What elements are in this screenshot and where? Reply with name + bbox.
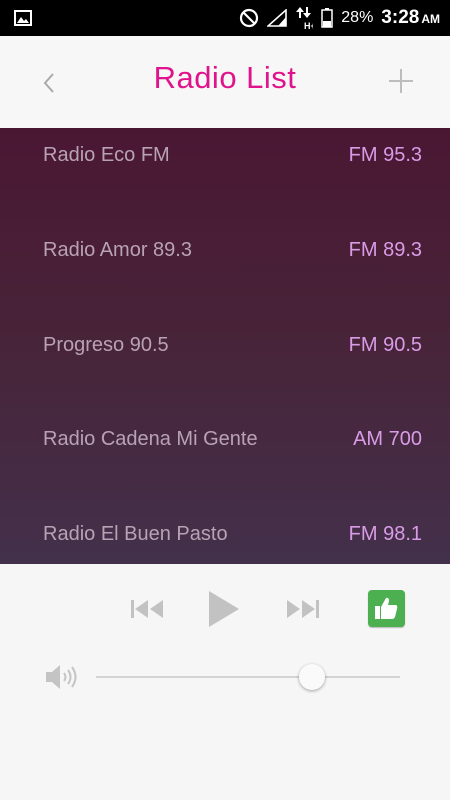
image-icon (14, 10, 32, 26)
station-frequency: AM 700 (353, 428, 422, 450)
previous-icon[interactable] (130, 598, 166, 620)
do-not-disturb-icon (240, 8, 259, 28)
station-frequency: FM 89.3 (348, 239, 422, 261)
app-header: Radio List (0, 36, 450, 128)
status-bar: H+ 28% 3:28AM (0, 0, 450, 36)
station-row[interactable]: Radio Cadena Mi Gente AM 700 (0, 412, 450, 472)
svg-text:H+: H+ (304, 21, 313, 30)
station-name: Radio Amor 89.3 (43, 239, 192, 261)
station-list: Radio Eco FM FM 95.3 Radio Amor 89.3 FM … (0, 128, 450, 564)
data-arrows-icon: H+ (296, 7, 313, 30)
battery-percent: 28% (341, 9, 374, 26)
station-name: Radio Eco FM (43, 144, 170, 166)
station-frequency: FM 95.3 (348, 144, 422, 166)
station-name: Radio Cadena Mi Gente (43, 428, 258, 450)
like-button[interactable] (368, 590, 405, 627)
station-frequency: FM 90.5 (348, 334, 422, 356)
battery-icon (321, 8, 334, 28)
thumbs-up-icon (375, 597, 398, 619)
player-controls (0, 564, 450, 800)
plus-icon[interactable] (386, 66, 416, 96)
clock-time: 3:28 (381, 7, 420, 28)
station-row[interactable]: Radio El Buen Pasto FM 98.1 (0, 507, 450, 564)
station-frequency: FM 98.1 (348, 523, 422, 545)
station-row[interactable]: Progreso 90.5 FM 90.5 (0, 318, 450, 378)
volume-slider-track[interactable] (96, 676, 400, 678)
clock-ampm: AM (421, 12, 440, 26)
station-name: Progreso 90.5 (43, 334, 169, 356)
station-name: Radio El Buen Pasto (43, 523, 228, 545)
volume-icon[interactable] (44, 662, 78, 692)
page-title: Radio List (153, 60, 297, 95)
play-icon[interactable] (206, 589, 242, 629)
station-row[interactable]: Radio Amor 89.3 FM 89.3 (0, 223, 450, 283)
signal-icon (267, 9, 288, 27)
clock: 3:28 AM (381, 7, 440, 29)
station-row[interactable]: Radio Eco FM FM 95.3 (0, 128, 450, 188)
volume-slider-thumb[interactable] (298, 664, 325, 690)
next-icon[interactable] (284, 598, 320, 620)
